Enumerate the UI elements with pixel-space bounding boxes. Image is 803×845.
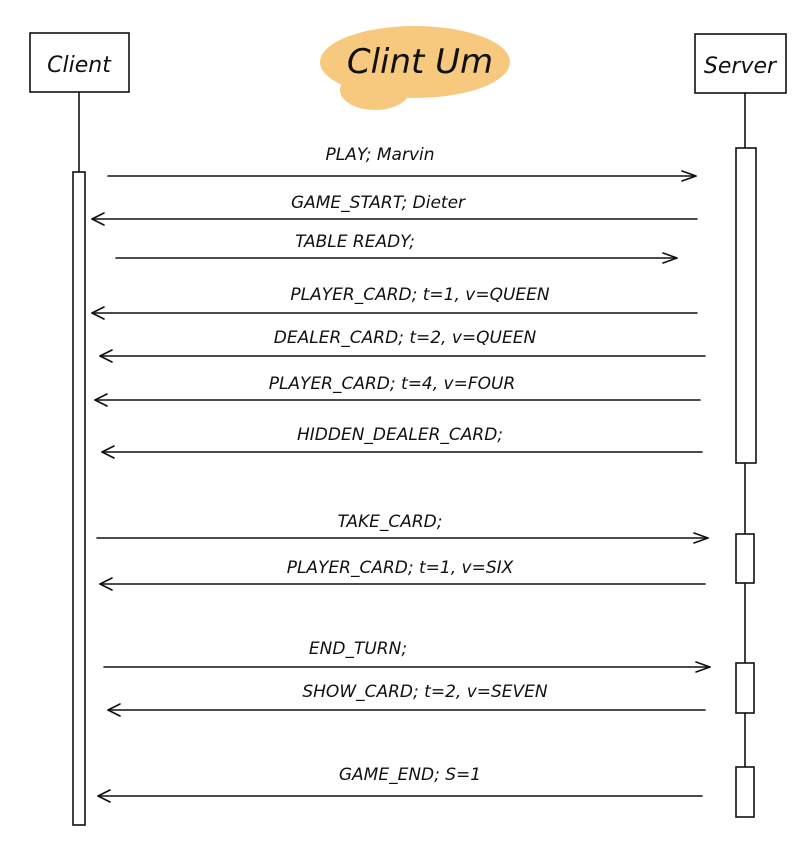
message-label: GAME_START; Dieter — [291, 193, 466, 213]
message: HIDDEN_DEALER_CARD; — [101, 425, 703, 459]
message: GAME_START; Dieter — [91, 193, 698, 226]
message-label: PLAYER_CARD; t=4, v=FOUR — [269, 374, 516, 394]
message: DEALER_CARD; t=2, v=QUEEN — [99, 328, 706, 363]
server-activation-bar — [735, 662, 755, 714]
message-label: GAME_END; S=1 — [339, 765, 481, 785]
message: GAME_END; S=1 — [97, 765, 703, 803]
server-activation-bar — [735, 766, 755, 818]
message-label: DEALER_CARD; t=2, v=QUEEN — [274, 328, 537, 348]
message-label: PLAYER_CARD; t=1, v=SIX — [287, 558, 514, 578]
message-label: END_TURN; — [309, 639, 407, 659]
message-label: PLAY; Marvin — [325, 145, 434, 165]
message-label: SHOW_CARD; t=2, v=SEVEN — [302, 682, 548, 702]
message-list: PLAY; Marvin GAME_START; Dieter TABLE READ… — [91, 145, 711, 803]
message: SHOW_CARD; t=2, v=SEVEN — [107, 682, 706, 717]
message: PLAYER_CARD; t=1, v=QUEEN — [91, 285, 698, 320]
client-activation-bar — [72, 171, 86, 826]
server-activation-bar — [735, 533, 755, 584]
message: END_TURN; — [103, 639, 711, 673]
message: TABLE READY; — [115, 232, 678, 264]
message: PLAY; Marvin — [107, 145, 697, 182]
sequence-diagram-canvas: Clint Um Client Server PLAY; Marvin GAME_… — [29, 26, 787, 826]
message-label: PLAYER_CARD; t=1, v=QUEEN — [290, 285, 549, 305]
message: PLAYER_CARD; t=4, v=FOUR — [94, 374, 701, 407]
server-activation-bar — [735, 147, 757, 464]
message-label: TAKE_CARD; — [338, 512, 443, 532]
message: PLAYER_CARD; t=1, v=SIX — [99, 558, 706, 591]
message: TAKE_CARD; — [96, 512, 709, 544]
message-label: TABLE READY; — [295, 232, 415, 252]
diagram-title: Clint Um — [347, 42, 493, 82]
sequence-diagram: Clint Um Client Server PLAY; Marvin GAME_… — [0, 0, 803, 845]
server-participant-label: Server — [704, 54, 778, 79]
client-participant-label: Client — [47, 53, 112, 78]
message-label: HIDDEN_DEALER_CARD; — [297, 425, 503, 445]
